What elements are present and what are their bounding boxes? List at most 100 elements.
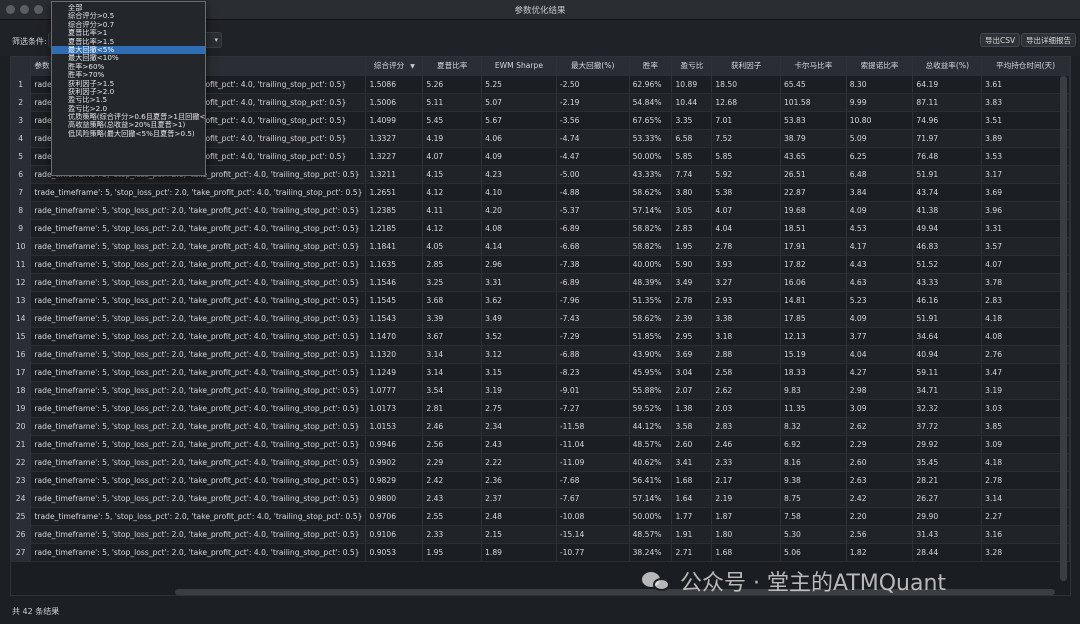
- table-row[interactable]: 24 rade_timeframe': 5, 'stop_loss_pct': 2…: [11, 489, 1070, 508]
- table-row[interactable]: 20 rade_timeframe': 5, 'stop_loss_pct': 2…: [11, 417, 1070, 436]
- column-header[interactable]: 获利因子: [711, 57, 781, 76]
- table-row[interactable]: 18 rade_timeframe': 5, 'stop_loss_pct': 2…: [11, 381, 1070, 400]
- metric-cell: 49.94: [912, 219, 983, 238]
- table-row[interactable]: 22 rade_timeframe': 5, 'stop_loss_pct': 2…: [11, 453, 1070, 472]
- metric-cell: 1.1470: [365, 327, 424, 346]
- metric-cell: 56.41%: [629, 471, 673, 490]
- column-header[interactable]: 卡尔马比率: [780, 57, 847, 76]
- corner-cell: [11, 57, 32, 76]
- metric-cell: 57.14%: [629, 489, 673, 508]
- metric-cell: 54.84%: [629, 93, 673, 112]
- column-header[interactable]: 胜率: [629, 57, 673, 76]
- column-header[interactable]: EWM Sharpe: [481, 57, 557, 76]
- metric-cell: 4.18: [981, 453, 1070, 472]
- column-header[interactable]: 索提诺比率: [846, 57, 914, 76]
- dropdown-option[interactable]: 获利因子>1.5: [52, 80, 205, 88]
- metric-cell: 37.72: [912, 417, 983, 436]
- metric-cell: 4.04: [846, 345, 914, 364]
- vertical-scrollbar[interactable]: [1060, 76, 1067, 581]
- metric-cell: 1.3211: [365, 165, 424, 184]
- row-number: 27: [11, 543, 32, 562]
- dropdown-option[interactable]: 全部: [52, 4, 205, 12]
- metric-cell: 4.07: [422, 147, 483, 166]
- metric-cell: 5.38: [711, 183, 781, 202]
- table-row[interactable]: 9 rade_timeframe': 5, 'stop_loss_pct': 2.…: [11, 219, 1070, 238]
- metric-cell: 3.14: [422, 345, 483, 364]
- column-header[interactable]: 夏普比率: [422, 57, 483, 76]
- metric-cell: -5.37: [556, 201, 630, 220]
- metric-cell: -4.88: [556, 183, 630, 202]
- table-row[interactable]: 13 rade_timeframe': 5, 'stop_loss_pct': 2…: [11, 291, 1070, 310]
- table-row[interactable]: 21 rade_timeframe': 5, 'stop_loss_pct': 2…: [11, 435, 1070, 454]
- metric-cell: 53.83: [780, 111, 847, 130]
- metric-cell: 2.29: [422, 453, 483, 472]
- metric-cell: 1.5006: [365, 93, 424, 112]
- dropdown-option[interactable]: 综合评分>0.7: [52, 21, 205, 29]
- metric-cell: 4.07: [981, 255, 1070, 274]
- table-row[interactable]: 8 rade_timeframe': 5, 'stop_loss_pct': 2.…: [11, 201, 1070, 220]
- metric-cell: 51.85%: [629, 327, 673, 346]
- metric-cell: 2.42: [846, 489, 914, 508]
- dropdown-option[interactable]: 夏普比率>1: [52, 29, 205, 37]
- table-row[interactable]: 23 rade_timeframe': 5, 'stop_loss_pct': 2…: [11, 471, 1070, 490]
- params-cell: rade_timeframe': 5, 'stop_loss_pct': 2.0…: [30, 363, 367, 382]
- metric-cell: 14.81: [780, 291, 847, 310]
- dropdown-option[interactable]: 胜率>60%: [52, 63, 205, 71]
- params-cell: rade_timeframe': 5, 'stop_loss_pct': 2.0…: [30, 291, 367, 310]
- dropdown-option[interactable]: 高收益策略(总收益>20%且夏普>1): [52, 121, 205, 129]
- metric-cell: 10.80: [846, 111, 914, 130]
- dropdown-option[interactable]: 优质策略(综合评分>0.6且夏普>1且回撤<1: [52, 113, 205, 121]
- metric-cell: 38.24%: [629, 543, 673, 562]
- table-row[interactable]: 26 rade_timeframe': 5, 'stop_loss_pct': 2…: [11, 525, 1070, 544]
- metric-cell: -7.67: [556, 489, 630, 508]
- metric-cell: 0.9902: [365, 453, 424, 472]
- dropdown-option[interactable]: 最大回撤<5%: [52, 45, 205, 55]
- column-header[interactable]: 综合评分 ▼: [365, 57, 424, 76]
- metric-cell: 1.3227: [365, 147, 424, 166]
- dropdown-option[interactable]: 综合评分>0.5: [52, 12, 205, 20]
- table-row[interactable]: 19 rade_timeframe': 5, 'stop_loss_pct': 2…: [11, 399, 1070, 418]
- metric-cell: 87.11: [912, 93, 983, 112]
- metric-cell: -11.04: [556, 435, 630, 454]
- export-report-button[interactable]: 导出详细报告: [1021, 33, 1076, 47]
- export-csv-button[interactable]: 导出CSV: [980, 33, 1021, 47]
- table-row[interactable]: 10 rade_timeframe': 5, 'stop_loss_pct': 2…: [11, 237, 1070, 256]
- dropdown-option[interactable]: 夏普比率>1.5: [52, 38, 205, 46]
- metric-cell: 19.68: [780, 201, 847, 220]
- table-row[interactable]: 7 trade_timeframe': 5, 'stop_loss_pct': 2…: [11, 183, 1070, 202]
- dropdown-option[interactable]: 低风险策略(最大回撤<5%且夏普>0.5): [52, 130, 205, 138]
- params-cell-end: ofit_pct': 4.0, 'trailing_stop_pct': 0.5…: [205, 133, 347, 143]
- column-header[interactable]: 平均持仓时间(天): [981, 57, 1070, 76]
- table-row[interactable]: 16 rade_timeframe': 5, 'stop_loss_pct': 2…: [11, 345, 1070, 364]
- metric-cell: 1.2185: [365, 219, 424, 238]
- table-row[interactable]: 15 rade_timeframe': 5, 'stop_loss_pct': 2…: [11, 327, 1070, 346]
- column-header[interactable]: 最大回撤(%): [556, 57, 630, 76]
- metric-cell: 6.58: [671, 129, 713, 148]
- metric-cell: 1.1841: [365, 237, 424, 256]
- metric-cell: -10.08: [556, 507, 630, 526]
- table-row[interactable]: 11 rade_timeframe': 5, 'stop_loss_pct': 2…: [11, 255, 1070, 274]
- metric-cell: 3.47: [981, 363, 1070, 382]
- metric-cell: 3.53: [981, 147, 1070, 166]
- table-row[interactable]: 14 rade_timeframe': 5, 'stop_loss_pct': 2…: [11, 309, 1070, 328]
- params-cell: rade_timeframe': 5, 'stop_loss_pct': 2.0…: [30, 309, 367, 328]
- metric-cell: 2.71: [671, 543, 713, 562]
- metric-cell: 3.58: [671, 417, 713, 436]
- dropdown-option[interactable]: 盈亏比>1.5: [52, 96, 205, 104]
- table-row[interactable]: 27 rade_timeframe': 5, 'stop_loss_pct': 2…: [11, 543, 1070, 562]
- table-row[interactable]: 25 trade_timeframe': 5, 'stop_loss_pct': …: [11, 507, 1070, 526]
- metric-cell: 4.09: [846, 201, 914, 220]
- table-row[interactable]: 12 rade_timeframe': 5, 'stop_loss_pct': 2…: [11, 273, 1070, 292]
- filter-label: 筛选条件:: [12, 37, 47, 46]
- dropdown-option[interactable]: 胜率>70%: [52, 71, 205, 79]
- column-header[interactable]: 盈亏比: [671, 57, 713, 76]
- table-row[interactable]: 17 rade_timeframe': 5, 'stop_loss_pct': 2…: [11, 363, 1070, 382]
- column-header[interactable]: 总收益率(%): [912, 57, 983, 76]
- dropdown-option[interactable]: 盈亏比>2.0: [52, 105, 205, 113]
- filter-dropdown-menu[interactable]: 全部 综合评分>0.5 综合评分>0.7 夏普比率>1 夏普比率>1.5 最大回撤<5% 最…: [51, 1, 206, 176]
- params-cell: rade_timeframe': 5, 'stop_loss_pct': 2.0…: [30, 201, 367, 220]
- metric-cell: 57.14%: [629, 201, 673, 220]
- sort-descending-icon: ▼: [410, 63, 415, 71]
- dropdown-option[interactable]: 获利因子>2.0: [52, 88, 205, 96]
- dropdown-option[interactable]: 最大回撤<10%: [52, 54, 205, 62]
